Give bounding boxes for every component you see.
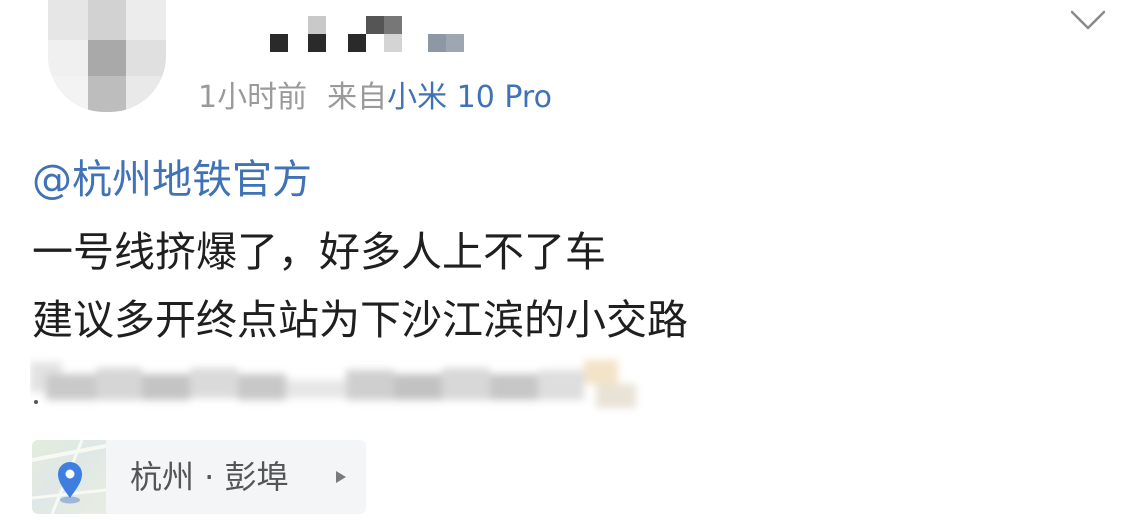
avatar[interactable] (48, 0, 166, 112)
post-text-line-1: 一号线挤爆了，好多人上不了车 (32, 228, 606, 276)
source-device-link[interactable]: 小米 10 Pro (387, 80, 552, 115)
blurred-text (30, 350, 650, 420)
source-prefix: 来自 (327, 80, 388, 115)
location-tag[interactable]: 杭州 · 彭埠 (32, 440, 366, 514)
caret-right-icon (336, 471, 346, 483)
post-text-line-2: 建议多开终点站为下沙江滨的小交路 (32, 296, 688, 344)
post-meta: 1小时前 来自小米 10 Pro (198, 76, 552, 120)
chevron-down-icon[interactable] (1068, 6, 1108, 34)
mention-link[interactable]: @杭州地铁官方 (32, 150, 312, 210)
map-thumbnail (32, 440, 106, 514)
trailing-dot (34, 400, 38, 404)
location-pin-icon (32, 440, 106, 514)
location-label: 杭州 · 彭埠 (130, 458, 289, 496)
post-time: 1小时前 (198, 80, 308, 115)
